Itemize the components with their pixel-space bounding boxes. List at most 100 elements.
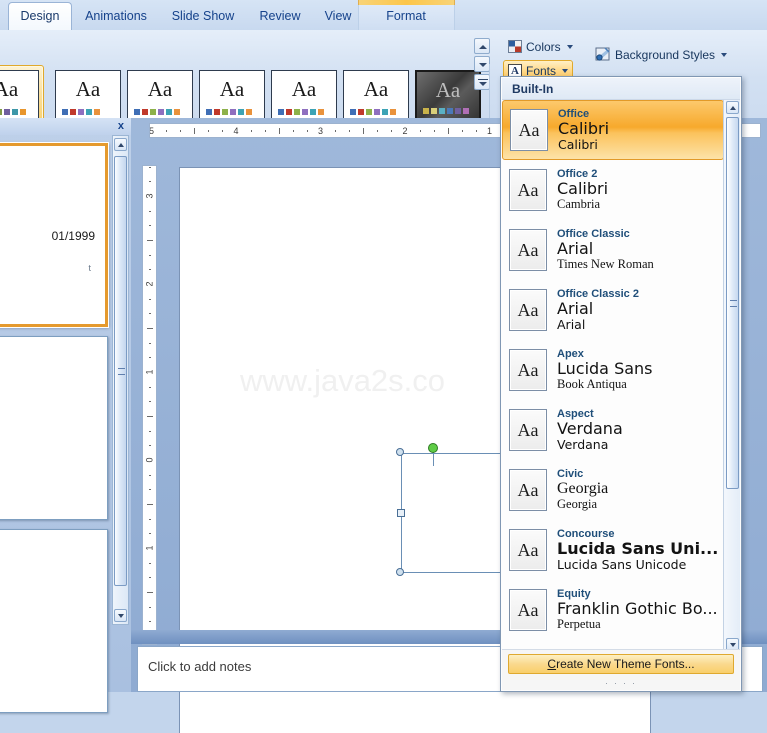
vertical-ruler[interactable]: 3 2 1 0 1: [142, 165, 157, 645]
font-theme-item[interactable]: Aa Office 2 Calibri Cambria: [502, 160, 724, 220]
font-theme-heading-font: Verdana: [557, 418, 623, 438]
font-theme-body-font: Times New Roman: [557, 256, 654, 271]
ruler-number: 5: [149, 126, 155, 136]
rotation-handle[interactable]: [428, 443, 438, 453]
slide-pane-scrollbar[interactable]: [112, 135, 129, 625]
ruler-tick: [377, 130, 379, 132]
resize-handle-bottom-left[interactable]: [396, 568, 404, 576]
theme-swatches: [206, 109, 252, 115]
slide-thumbnail-pane: x 01/1999 t: [0, 118, 131, 713]
font-preview-icon: Aa: [509, 529, 547, 571]
tab-format[interactable]: Format: [362, 3, 450, 30]
font-theme-item[interactable]: Aa Equity Franklin Gothic Bo... Perpetua: [502, 580, 724, 640]
font-theme-item[interactable]: Aa Office Calibri Calibri: [502, 100, 724, 160]
tab-slide-show[interactable]: Slide Show: [160, 3, 246, 30]
theme-thumbnail-5[interactable]: Aa: [271, 70, 337, 122]
slide-thumbnail-3[interactable]: [0, 529, 108, 713]
ruler-tick: [166, 130, 168, 132]
ruler-tick: [149, 489, 151, 491]
create-new-theme-fonts-button[interactable]: Create New Theme Fonts...: [508, 654, 734, 674]
ruler-tick: [149, 313, 151, 315]
ruler-tick: [292, 130, 294, 132]
ruler-tick: [149, 533, 151, 535]
theme-thumbnail-2[interactable]: Aa: [55, 70, 121, 122]
tab-animations[interactable]: Animations: [72, 3, 160, 30]
theme-thumbnail-3[interactable]: Aa: [127, 70, 193, 122]
background-styles-button[interactable]: Background Styles: [590, 44, 732, 65]
ruler-tick: [149, 577, 151, 579]
fonts-dropdown-footer: Create New Theme Fonts... . . . .: [502, 649, 740, 690]
theme-thumbnail-6[interactable]: Aa: [343, 70, 409, 122]
theme-thumb-aa-text: Aa: [363, 77, 389, 101]
font-theme-item[interactable]: Aa Apex Lucida Sans Book Antiqua: [502, 340, 724, 400]
themes-more-button[interactable]: [474, 74, 490, 90]
font-theme-item[interactable]: Aa Concourse Lucida Sans Uni... Lucida Sans…: [502, 520, 724, 580]
slide-thumbnail-2[interactable]: [0, 336, 108, 520]
tab-view[interactable]: View: [314, 3, 362, 30]
ruler-tick: [278, 128, 280, 134]
ruler-tick: [349, 130, 351, 132]
resize-handle-middle-left[interactable]: [397, 509, 405, 517]
ruler-tick: [222, 130, 224, 132]
close-icon[interactable]: x: [118, 120, 124, 132]
ruler-number: 4: [233, 126, 239, 136]
slide-thumbnail-1[interactable]: 01/1999 t: [0, 143, 108, 327]
theme-swatches: [350, 109, 396, 115]
ruler-number: 3: [318, 126, 324, 136]
theme-thumb-aa-text: Aa: [435, 78, 461, 102]
tab-design-label: Design: [20, 9, 60, 23]
ruler-tick: [147, 416, 153, 417]
ruler-tick: [147, 328, 153, 329]
font-theme-heading-font: Arial: [557, 238, 594, 258]
chevron-down-icon: [566, 44, 573, 49]
ruler-tick: [149, 225, 151, 227]
ruler-tick: [149, 342, 151, 344]
theme-colors-label: Colors: [526, 39, 561, 54]
tab-review-label: Review: [259, 9, 301, 23]
fonts-dropdown-list[interactable]: Aa Office Calibri Calibri Aa Office 2 Calibri C…: [502, 100, 724, 652]
font-theme-item[interactable]: Aa Office Classic Arial Times New Roman: [502, 220, 724, 280]
themes-scroll-down-button[interactable]: [474, 56, 490, 72]
ruler-number: 3: [144, 193, 155, 199]
ruler-tick: [194, 128, 196, 134]
resize-grip-icon[interactable]: . . . .: [502, 676, 740, 686]
ruler-tick: [180, 130, 182, 132]
resize-handle-top-left[interactable]: [396, 448, 404, 456]
font-theme-heading-font: Lucida Sans: [557, 358, 653, 378]
theme-thumbnail-4[interactable]: Aa: [199, 70, 265, 122]
theme-swatches: [423, 108, 469, 114]
font-theme-item[interactable]: Aa Civic Georgia Georgia: [502, 460, 724, 520]
font-theme-item[interactable]: Aa Office Classic 2 Arial Arial: [502, 280, 724, 340]
font-theme-item[interactable]: Aa Aspect Verdana Verdana: [502, 400, 724, 460]
ruler-tick: [149, 269, 151, 271]
slide-pane-scrollbar-thumb[interactable]: [114, 156, 127, 586]
theme-thumbnail-1[interactable]: Aa: [0, 70, 39, 122]
scroll-down-icon[interactable]: [114, 609, 127, 622]
theme-swatches: [62, 109, 100, 115]
fonts-scroll-up-icon[interactable]: [726, 101, 739, 114]
fonts-dropdown-header: Built-In: [502, 78, 740, 100]
ruler-number: 2: [402, 126, 408, 136]
font-theme-body-font: Georgia: [557, 496, 598, 511]
watermark-text: www.java2s.co: [240, 363, 446, 398]
scroll-up-icon[interactable]: [114, 138, 127, 151]
ruler-tick: [149, 298, 151, 300]
colors-icon: [508, 40, 522, 53]
ribbon-tab-strip: Design Animations Slide Show Review View…: [0, 0, 767, 31]
font-theme-body-font: Perpetua: [557, 616, 601, 631]
fonts-dropdown-scrollbar[interactable]: [723, 100, 740, 652]
ruler-tick: [391, 130, 393, 132]
ruler-tick: [475, 130, 477, 132]
tab-review[interactable]: Review: [246, 3, 314, 30]
theme-colors-button[interactable]: Colors: [503, 36, 578, 57]
theme-thumbnail-7[interactable]: Aa: [415, 70, 481, 122]
tab-format-label: Format: [386, 9, 426, 23]
themes-scroll-up-button[interactable]: [474, 38, 490, 54]
tab-design[interactable]: Design: [8, 2, 72, 31]
font-theme-heading-font: Arial: [557, 298, 594, 318]
font-preview-icon: Aa: [509, 349, 547, 391]
ruler-tick: [461, 130, 463, 132]
ruler-number: 2: [144, 281, 155, 287]
fonts-scrollbar-thumb[interactable]: [726, 117, 739, 489]
ruler-tick: [147, 592, 153, 593]
